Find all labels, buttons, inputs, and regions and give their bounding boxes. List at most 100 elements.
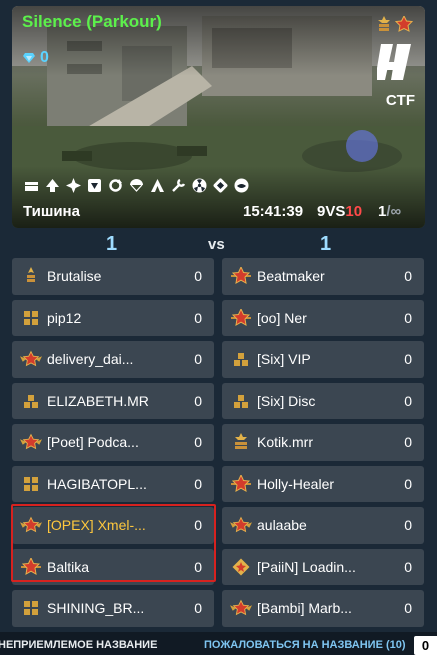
credit-icon <box>213 178 228 193</box>
cross-icon <box>20 308 42 328</box>
crystals-value: 0 <box>40 49 49 66</box>
boost-icon <box>46 179 59 192</box>
battle-preview-card[interactable]: Silence (Parkour) 0 CTF Тишина 15:41:39 … <box>12 6 425 228</box>
player-score: 0 <box>194 351 202 368</box>
diamond-icon <box>230 557 252 577</box>
player-score: 0 <box>404 558 412 575</box>
player-name: pip12 <box>47 309 82 326</box>
player-score: 0 <box>194 268 202 285</box>
player-score: 0 <box>194 392 202 409</box>
player-score: 0 <box>404 392 412 409</box>
left-team-player-row[interactable]: ELIZABETH.MR 0 <box>12 382 214 419</box>
player-name: delivery_dai... <box>47 351 134 368</box>
ctf-flag-icon <box>377 44 411 80</box>
right-team-player-row[interactable]: [Six] VIP 0 <box>222 341 424 378</box>
star-icon <box>230 308 252 328</box>
player-score: 0 <box>194 600 202 617</box>
parachute-icon <box>130 179 143 192</box>
player-score: 0 <box>194 309 202 326</box>
score-limit: 1/∞ <box>378 203 401 220</box>
player-score: 0 <box>194 475 202 492</box>
left-team-player-row[interactable]: pip12 0 <box>12 299 214 336</box>
right-team-player-row[interactable]: Beatmaker 0 <box>222 258 424 295</box>
score-limit-max: /∞ <box>386 203 402 220</box>
rank-icon <box>234 178 249 193</box>
counter-box[interactable]: 0 <box>414 636 437 655</box>
squares-icon <box>230 391 252 411</box>
cross-icon <box>20 598 42 618</box>
rank-stripes-icon <box>378 16 390 31</box>
star-icon <box>230 474 252 494</box>
rank-star-icon <box>395 16 413 32</box>
team-count-right: 10 <box>345 203 363 220</box>
player-name: Baltika <box>47 558 90 575</box>
player-score: 0 <box>404 309 412 326</box>
map-name-localized: Тишина <box>23 203 80 220</box>
rank-range <box>377 16 413 32</box>
player-name: [PaiiN] Loadin... <box>257 558 356 575</box>
map-name: Silence (Parkour) <box>22 12 162 31</box>
respawn-icon <box>109 179 122 192</box>
left-team-player-row[interactable]: Brutalise 0 <box>12 258 214 295</box>
right-team-player-row[interactable]: [PaiiN] Loadin... 0 <box>222 548 424 585</box>
winged-star-icon <box>20 349 42 369</box>
player-score: 0 <box>404 517 412 534</box>
upgrade-icon <box>66 178 81 193</box>
nuclear-icon <box>192 178 207 193</box>
left-team-player-row[interactable]: delivery_dai... 0 <box>12 341 214 378</box>
team-count-vs: VS <box>325 203 346 220</box>
player-score: 0 <box>404 268 412 285</box>
left-team-player-row[interactable]: HAGIBATOPL... 0 <box>12 465 214 502</box>
player-score: 0 <box>194 558 202 575</box>
player-score: 0 <box>404 434 412 451</box>
winged-star-icon <box>230 515 252 535</box>
left-team-player-row[interactable]: [OPEX] Xmel-... 0 <box>12 507 214 544</box>
right-team-player-row[interactable]: Holly-Healer 0 <box>222 465 424 502</box>
left-team-player-row[interactable]: [Poet] Podca... 0 <box>12 424 214 461</box>
player-score: 0 <box>194 517 202 534</box>
player-name: [oo] Ner <box>257 309 307 326</box>
stripes-icon <box>230 432 252 452</box>
battle-time: 15:41:39 <box>243 203 304 220</box>
player-name: Holly-Healer <box>257 475 335 492</box>
player-name: [Six] VIP <box>257 351 311 368</box>
player-score: 0 <box>404 351 412 368</box>
right-team-player-row[interactable]: Kotik.mrr 0 <box>222 424 424 461</box>
right-team-player-row[interactable]: [oo] Ner 0 <box>222 299 424 336</box>
left-team-player-row[interactable]: Baltika 0 <box>12 548 214 585</box>
star-icon <box>20 557 42 577</box>
team-left-score: 1 <box>106 233 118 255</box>
player-name: aulaabe <box>257 517 307 534</box>
supplies-icon <box>25 182 38 191</box>
player-name: Brutalise <box>47 268 102 285</box>
right-team-player-row[interactable]: [Bambi] Marb... 0 <box>222 590 424 627</box>
cross-icon <box>20 474 42 494</box>
left-team-list: Brutalise 0 pip12 0 delivery_dai... 0 ELIZABET… <box>12 258 214 627</box>
player-name: [Poet] Podca... <box>47 434 139 451</box>
left-team-player-row[interactable]: SHINING_BR... 0 <box>12 590 214 627</box>
game-mode-label: CTF <box>385 92 415 109</box>
player-name: [OPEX] Xmel-... <box>47 517 146 534</box>
right-team-list: Beatmaker 0 [oo] Ner 0 [Six] VIP 0 [Six] Disc 0… <box>222 258 424 627</box>
player-name: Kotik.mrr <box>257 434 313 451</box>
player-name: [Bambi] Marb... <box>257 600 352 617</box>
player-score: 0 <box>194 434 202 451</box>
battle-features <box>24 178 249 193</box>
drone-icon <box>88 179 101 192</box>
team-right-score: 1 <box>320 233 332 255</box>
player-score: 0 <box>404 475 412 492</box>
winged-star-icon <box>20 515 42 535</box>
player-name: ELIZABETH.MR <box>47 392 149 409</box>
alt-icon <box>151 179 164 192</box>
right-team-player-row[interactable]: aulaabe 0 <box>222 507 424 544</box>
squares-icon <box>230 349 252 369</box>
right-team-player-row[interactable]: [Six] Disc 0 <box>222 382 424 419</box>
team-count: 9VS10 <box>317 203 362 220</box>
player-name: [Six] Disc <box>257 392 316 409</box>
winged-star-icon <box>20 432 42 452</box>
star-icon <box>230 266 252 286</box>
inappropriate-name-button[interactable]: НЕПРИЕМЛЕМОЕ НАЗВАНИЕ <box>0 639 157 651</box>
player-name: SHINING_BR... <box>47 600 145 617</box>
report-name-button[interactable]: ПОЖАЛОВАТЬСЯ НА НАЗВАНИЕ (10) <box>204 639 406 651</box>
player-score: 0 <box>404 600 412 617</box>
